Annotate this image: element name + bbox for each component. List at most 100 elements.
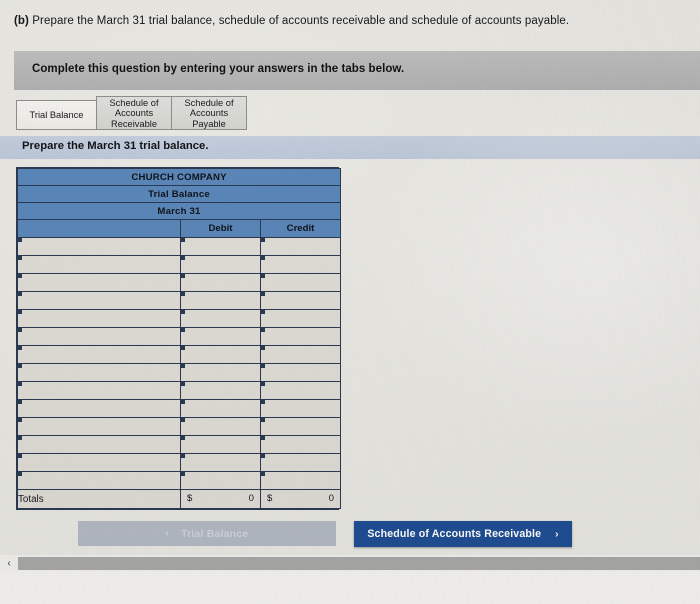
tab-schedule-accounts-receivable-line2: Accounts	[114, 108, 154, 119]
table-title-company: CHURCH COMPANY	[17, 168, 341, 186]
scrollbar-thumb[interactable]	[18, 556, 700, 570]
cell-credit[interactable]	[260, 309, 341, 328]
table-title-row-company: CHURCH COMPANY	[17, 168, 341, 186]
totals-credit-currency: $	[267, 493, 273, 504]
subheader-bar: Prepare the March 31 trial balance.	[0, 136, 700, 159]
table-row	[17, 435, 341, 454]
cell-credit[interactable]	[260, 273, 341, 292]
cell-description[interactable]	[17, 255, 181, 274]
cell-credit[interactable]	[260, 435, 341, 454]
cell-debit[interactable]	[180, 327, 261, 346]
cell-credit[interactable]	[260, 417, 341, 436]
cell-credit[interactable]	[260, 345, 341, 364]
cell-debit[interactable]	[180, 291, 261, 310]
cell-credit[interactable]	[260, 363, 341, 382]
table-totals-row: Totals $ 0 $ 0	[17, 489, 341, 509]
cell-debit[interactable]	[180, 471, 261, 490]
table-row	[17, 273, 341, 292]
cell-debit[interactable]	[180, 453, 261, 472]
totals-credit-value: 0	[328, 493, 334, 504]
tab-schedule-accounts-payable[interactable]: Schedule of Accounts Payable	[171, 96, 247, 130]
totals-credit-cell[interactable]: $ 0	[260, 489, 341, 509]
cell-description[interactable]	[17, 453, 181, 472]
column-header-debit: Debit	[180, 219, 261, 238]
cell-description[interactable]	[17, 309, 181, 328]
tab-schedule-accounts-receivable[interactable]: Schedule of Accounts Receivable	[96, 96, 172, 130]
question-label: (b)	[14, 15, 29, 27]
table-title-statement: Trial Balance	[17, 185, 341, 203]
cell-credit[interactable]	[260, 471, 341, 490]
cell-description[interactable]	[17, 345, 181, 364]
cell-credit[interactable]	[260, 327, 341, 346]
prev-button-label: Trial Balance	[181, 527, 249, 540]
cell-description[interactable]	[17, 381, 181, 400]
totals-debit-currency: $	[187, 493, 193, 504]
table-row	[17, 237, 341, 256]
table-row	[17, 381, 341, 400]
cell-debit[interactable]	[180, 237, 261, 256]
cell-debit[interactable]	[180, 273, 261, 292]
chevron-left-icon: ‹	[165, 528, 170, 539]
tab-schedule-accounts-receivable-line1: Schedule of	[109, 97, 159, 108]
totals-label: Totals	[17, 489, 181, 509]
prev-trial-balance-button[interactable]: ‹ Trial Balance	[78, 521, 336, 546]
cell-credit[interactable]	[260, 381, 341, 400]
subheader-text: Prepare the March 31 trial balance.	[22, 140, 209, 152]
table-column-header-row: Debit Credit	[17, 219, 341, 238]
cell-debit[interactable]	[180, 435, 261, 454]
column-header-description	[17, 219, 181, 238]
totals-debit-cell[interactable]: $ 0	[180, 489, 261, 509]
cell-credit[interactable]	[260, 237, 341, 256]
tab-strip: Trial Balance Schedule of Accounts Recei…	[16, 96, 247, 130]
cell-description[interactable]	[17, 291, 181, 310]
question-text: Prepare the March 31 trial balance, sche…	[32, 15, 570, 27]
table-row	[17, 363, 341, 382]
cell-description[interactable]	[17, 237, 181, 256]
cell-debit[interactable]	[180, 255, 261, 274]
cell-debit[interactable]	[180, 363, 261, 382]
table-row	[17, 255, 341, 274]
table-title-date: March 31	[17, 202, 341, 220]
tab-trial-balance-line1: Trial Balance	[29, 110, 84, 121]
scroll-left-arrow-icon[interactable]: ‹	[0, 555, 18, 571]
next-button-label: Schedule of Accounts Receivable	[367, 528, 542, 540]
cell-debit[interactable]	[180, 345, 261, 364]
table-row	[17, 399, 341, 418]
tab-schedule-accounts-receivable-line3: Receivable	[111, 118, 157, 129]
table-row	[17, 309, 341, 328]
cell-description[interactable]	[17, 471, 181, 490]
next-schedule-accounts-receivable-button[interactable]: Schedule of Accounts Receivable ›	[354, 521, 572, 547]
page-bottom-strip	[0, 571, 700, 604]
tab-schedule-accounts-payable-line1: Schedule of	[184, 97, 234, 108]
trial-balance-table: CHURCH COMPANY Trial Balance March 31 De…	[16, 167, 341, 510]
cell-description[interactable]	[17, 399, 181, 418]
column-header-credit: Credit	[260, 219, 341, 238]
tab-schedule-accounts-payable-line3: Payable	[192, 118, 226, 129]
table-row	[17, 291, 341, 310]
cell-credit[interactable]	[260, 255, 341, 274]
totals-debit-value: 0	[248, 493, 254, 504]
cell-debit[interactable]	[180, 381, 261, 400]
table-title-row-statement: Trial Balance	[17, 185, 341, 203]
cell-credit[interactable]	[260, 399, 341, 418]
cell-debit[interactable]	[180, 309, 261, 328]
chevron-right-icon: ›	[555, 528, 559, 540]
cell-description[interactable]	[17, 363, 181, 382]
cell-credit[interactable]	[260, 453, 341, 472]
cell-debit[interactable]	[180, 417, 261, 436]
tab-trial-balance[interactable]: Trial Balance	[16, 100, 97, 130]
cell-credit[interactable]	[260, 291, 341, 310]
instruction-text: Complete this question by entering your …	[32, 63, 405, 75]
table-title-row-date: March 31	[17, 202, 341, 220]
table-row	[17, 417, 341, 436]
table-body: CHURCH COMPANY Trial Balance March 31 De…	[17, 168, 341, 509]
cell-debit[interactable]	[180, 399, 261, 418]
cell-description[interactable]	[17, 273, 181, 292]
question-prompt: (b) Prepare the March 31 trial balance, …	[14, 14, 674, 29]
table-row	[17, 345, 341, 364]
horizontal-scrollbar[interactable]: ‹	[0, 555, 700, 571]
cell-description[interactable]	[17, 327, 181, 346]
cell-description[interactable]	[17, 417, 181, 436]
tab-schedule-accounts-payable-line2: Accounts	[189, 108, 229, 119]
cell-description[interactable]	[17, 435, 181, 454]
